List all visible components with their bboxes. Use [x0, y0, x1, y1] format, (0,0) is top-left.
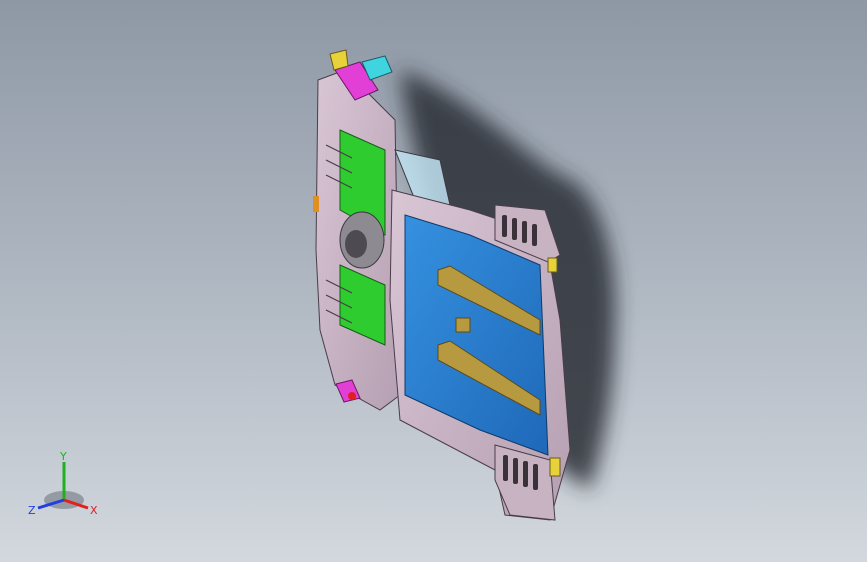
center-gold-block[interactable]: [455, 317, 471, 333]
left-orange-tab[interactable]: [313, 196, 319, 212]
bottom-red-pin[interactable]: [348, 392, 356, 400]
right-upper-yellow-tab[interactable]: [547, 257, 558, 273]
right-yellow-tab[interactable]: [549, 457, 561, 477]
triad-x-label: X: [90, 504, 98, 517]
model-scene[interactable]: [0, 0, 867, 562]
triad-z-label: Z: [28, 504, 36, 517]
triad-y-label: Y: [59, 450, 67, 463]
graphics-viewport[interactable]: Y X Z: [0, 0, 867, 562]
center-hole: [345, 230, 367, 258]
orientation-triad[interactable]: Y X Z: [22, 448, 106, 528]
top-yellow-tab[interactable]: [329, 49, 349, 71]
